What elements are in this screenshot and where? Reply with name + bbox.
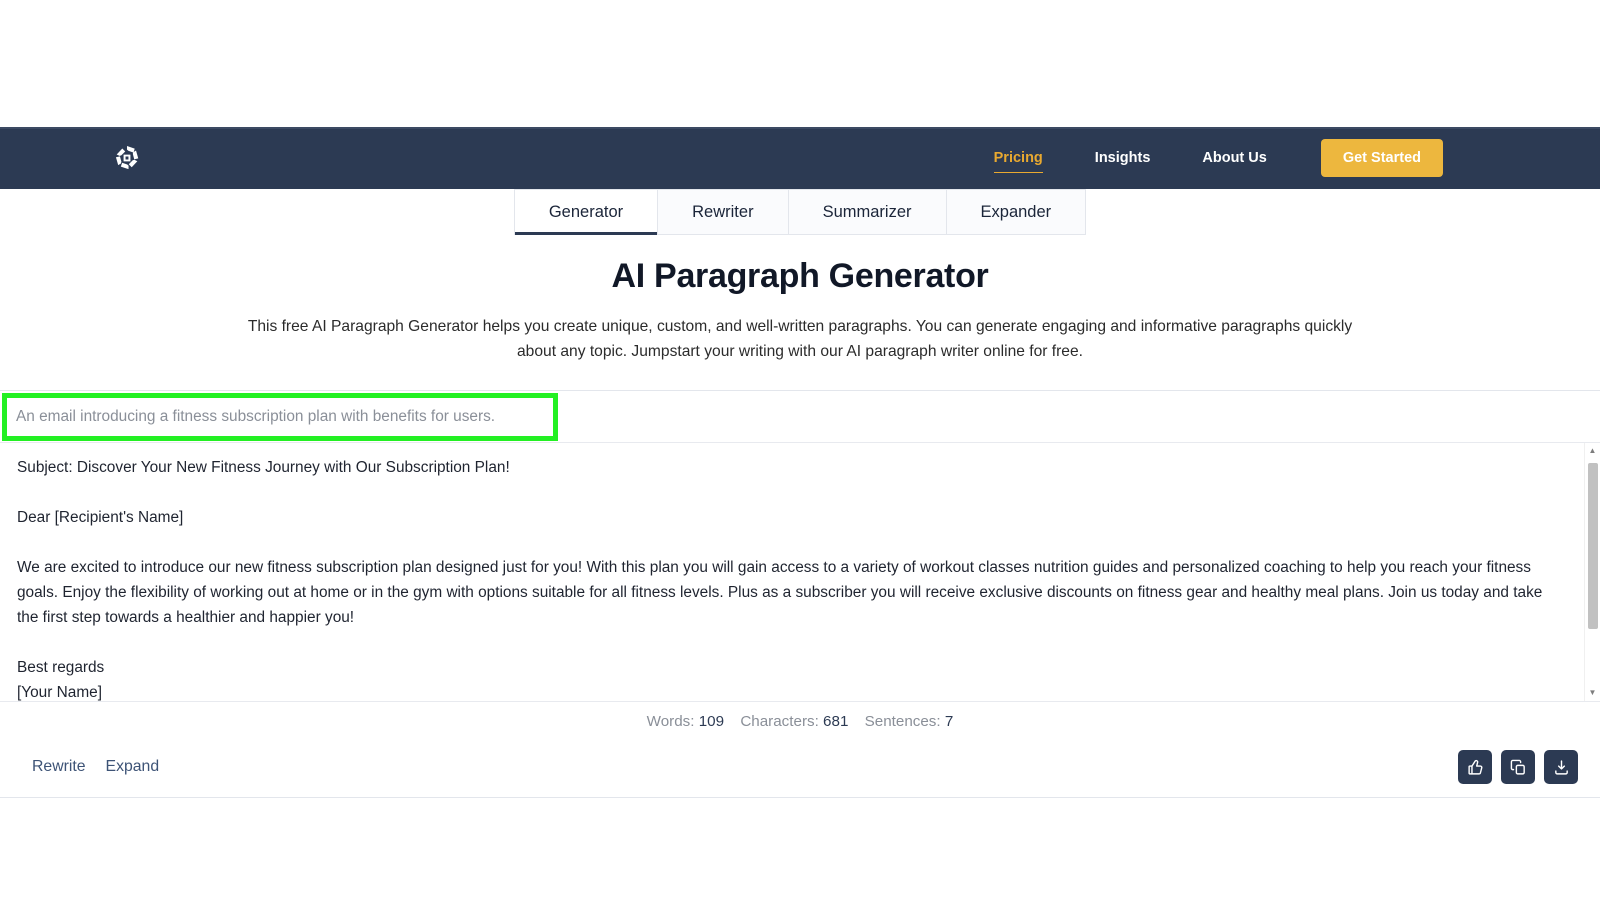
thumbs-up-icon xyxy=(1467,759,1484,776)
stat-characters-label: Characters: xyxy=(740,713,819,730)
tool-panel: Subject: Discover Your New Fitness Journ… xyxy=(0,390,1600,798)
tab-summarizer[interactable]: Summarizer xyxy=(788,189,947,234)
result-scrollbar[interactable]: ▲ ▼ xyxy=(1584,443,1600,701)
nav-link-pricing[interactable]: Pricing xyxy=(968,127,1069,189)
result-salutation: Dear [Recipient's Name] xyxy=(17,509,184,526)
scrollbar-track[interactable] xyxy=(1587,459,1598,685)
stat-sentences: Sentences: 7 xyxy=(865,713,954,730)
expand-button[interactable]: Expand xyxy=(96,752,170,782)
copy-button[interactable] xyxy=(1501,750,1535,784)
page-description: This free AI Paragraph Generator helps y… xyxy=(247,318,1353,360)
nav-link-about-us[interactable]: About Us xyxy=(1176,127,1292,189)
get-started-button[interactable]: Get Started xyxy=(1320,139,1443,177)
icon-button-group xyxy=(1458,750,1578,784)
scroll-down-arrow-icon[interactable]: ▼ xyxy=(1585,685,1600,701)
stat-characters: Characters: 681 xyxy=(740,713,848,730)
tab-expander[interactable]: Expander xyxy=(946,189,1087,234)
stats-row: Words: 109 Characters: 681 Sentences: 7 xyxy=(0,701,1600,739)
top-gutter xyxy=(0,0,1600,127)
nav-link-insights[interactable]: Insights xyxy=(1069,127,1177,189)
stat-characters-value: 681 xyxy=(823,713,849,730)
result-subject: Subject: Discover Your New Fitness Journ… xyxy=(17,459,510,476)
page-root: Pricing Insights About Us Get Started Ge… xyxy=(0,0,1600,900)
result-body: We are excited to introduce our new fitn… xyxy=(17,559,1543,626)
pinwheel-logo-icon[interactable] xyxy=(110,141,144,175)
result-text[interactable]: Subject: Discover Your New Fitness Journ… xyxy=(0,443,1600,701)
stat-sentences-label: Sentences: xyxy=(864,713,941,730)
result-closing: Best regards xyxy=(17,659,105,676)
stat-sentences-value: 7 xyxy=(944,713,954,730)
scrollbar-thumb[interactable] xyxy=(1587,463,1598,629)
actions-row: Rewrite Expand xyxy=(0,739,1600,797)
hero-section: AI Paragraph Generator This free AI Para… xyxy=(0,235,1600,364)
page-title: AI Paragraph Generator xyxy=(611,257,989,295)
copy-icon xyxy=(1510,759,1527,776)
scroll-up-arrow-icon[interactable]: ▲ xyxy=(1585,443,1600,459)
stat-words-label: Words: xyxy=(646,713,695,730)
thumbs-up-button[interactable] xyxy=(1458,750,1492,784)
tab-bar: Generator Rewriter Summarizer Expander xyxy=(0,189,1600,235)
download-button[interactable] xyxy=(1544,750,1578,784)
tab-generator[interactable]: Generator xyxy=(513,189,659,235)
stat-words-value: 109 xyxy=(698,713,725,730)
prompt-row xyxy=(0,391,1600,443)
tab-rewriter[interactable]: Rewriter xyxy=(658,189,789,234)
prompt-input[interactable] xyxy=(8,399,548,435)
stat-words: Words: 109 xyxy=(647,713,724,730)
result-area[interactable]: Subject: Discover Your New Fitness Journ… xyxy=(0,443,1600,701)
tab-list: Generator Rewriter Summarizer Expander xyxy=(513,189,1087,235)
rewrite-button[interactable]: Rewrite xyxy=(22,752,96,782)
download-icon xyxy=(1553,759,1570,776)
result-signature: [Your Name] xyxy=(17,684,102,701)
navbar: Pricing Insights About Us Get Started xyxy=(0,127,1600,189)
nav-links: Pricing Insights About Us Get Started xyxy=(968,127,1443,189)
